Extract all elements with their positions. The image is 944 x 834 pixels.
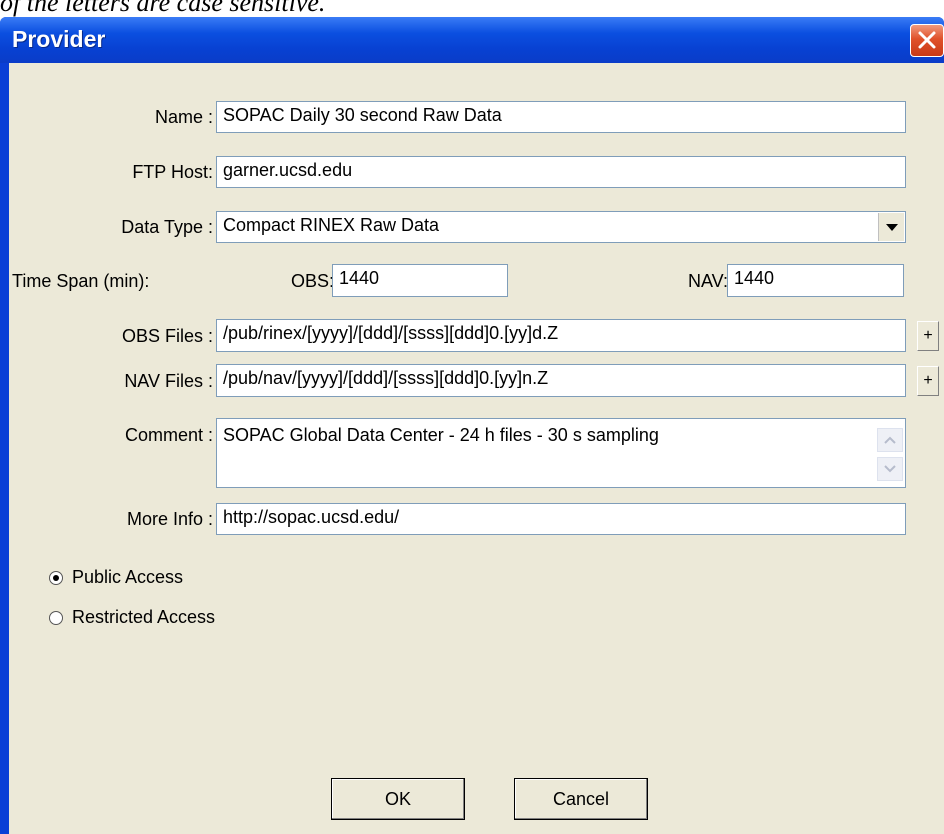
window-title: Provider [12,26,106,52]
comment-scroll-down-button[interactable] [877,457,903,481]
scroll-up-icon [884,436,896,444]
nav-files-add-button[interactable]: + [917,366,939,396]
comment-textarea[interactable]: SOPAC Global Data Center - 24 h files - … [216,418,906,488]
dialog-body: Name : SOPAC Daily 30 second Raw Data FT… [9,63,944,834]
obs-time-span-field[interactable]: 1440 [332,264,508,297]
chevron-down-icon [886,224,898,231]
data-type-value: Compact RINEX Raw Data [223,215,440,235]
restricted-access-label[interactable]: Restricted Access [72,607,215,628]
close-button[interactable] [910,24,944,57]
data-type-label: Data Type : [121,217,213,237]
scroll-down-icon [884,465,896,473]
nav-time-span-field[interactable]: 1440 [727,264,904,297]
nav-label: NAV: [688,271,729,291]
ftp-host-field[interactable]: garner.ucsd.edu [216,156,906,188]
data-type-dropdown-button[interactable] [878,213,904,241]
time-span-label: Time Span (min): [12,271,150,291]
obs-files-add-button[interactable]: + [917,321,939,351]
more-info-label: More Info : [126,509,213,529]
nav-files-label: NAV Files : [124,371,213,391]
close-icon [918,31,936,49]
public-access-label[interactable]: Public Access [72,567,183,588]
comment-scroll-up-button[interactable] [877,428,903,452]
data-type-select[interactable]: Compact RINEX Raw Data [216,211,906,243]
name-label: Name : [154,107,213,127]
cancel-button[interactable]: Cancel [514,778,648,820]
document-text-fragment: of the letters are case sensitive. [0,0,326,17]
comment-label: Comment : [124,425,213,445]
more-info-field[interactable]: http://sopac.ucsd.edu/ [216,503,906,535]
public-access-radio[interactable] [49,571,63,585]
ok-button[interactable]: OK [331,778,465,820]
provider-dialog: Provider Name : SOPAC Daily 30 second Ra… [0,17,944,834]
obs-label: OBS: [291,271,335,291]
ftp-host-label: FTP Host: [132,162,213,182]
nav-files-field[interactable]: /pub/nav/[yyyy]/[ddd]/[ssss][ddd]0.[yy]n… [216,364,906,397]
name-field[interactable]: SOPAC Daily 30 second Raw Data [216,101,906,133]
radio-selected-dot [53,575,59,581]
obs-files-label: OBS Files : [121,326,213,346]
title-bar[interactable]: Provider [0,17,944,63]
comment-text: SOPAC Global Data Center - 24 h files - … [223,425,659,445]
obs-files-field[interactable]: /pub/rinex/[yyyy]/[ddd]/[ssss][ddd]0.[yy… [216,319,906,352]
restricted-access-radio[interactable] [49,611,63,625]
